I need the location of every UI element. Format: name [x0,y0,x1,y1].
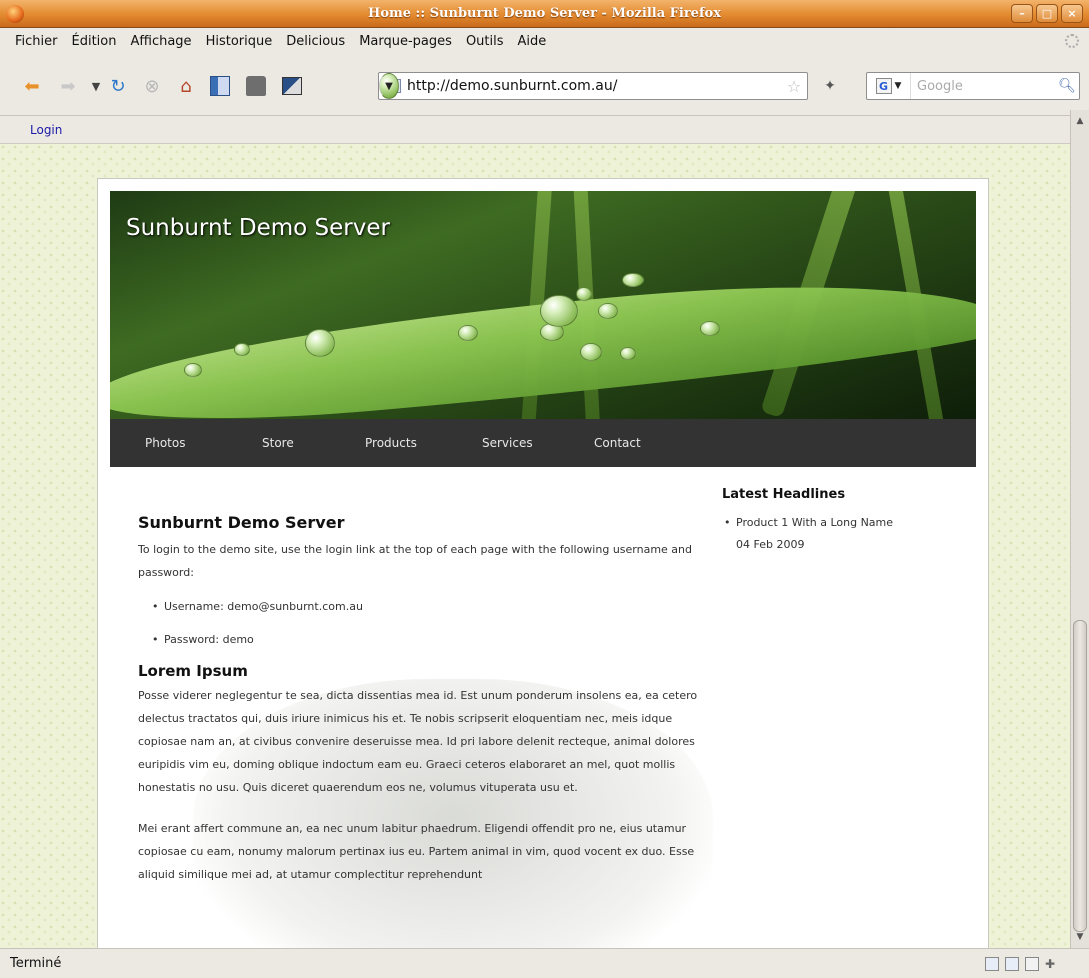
scroll-up-icon[interactable]: ▲ [1073,114,1087,128]
maximize-button[interactable]: □ [1036,4,1058,23]
search-icon[interactable]: 🔍︎ [1055,78,1079,94]
close-button[interactable]: × [1061,4,1083,23]
google-engine-icon: G [875,78,892,94]
activity-throbber-icon [1065,34,1079,48]
stop-icon[interactable]: ⊗ [140,74,164,98]
status-bar: Terminé ✚ [0,948,1089,978]
bookmark-sidebar-icon[interactable] [208,74,232,98]
menu-historique[interactable]: Historique [199,34,280,49]
bookmark-login[interactable]: Login [30,123,62,137]
navigation-toolbar: ⬅ ➡ ▼ ↻ ⊗ ⌂ http://demo.sunburnt.com.au/… [0,54,1089,116]
window-controls: – □ × [1011,4,1083,23]
window-title: Home :: Sunburnt Demo Server - Mozilla F… [368,6,721,21]
minimize-button[interactable]: – [1011,4,1033,23]
menu-affichage[interactable]: Affichage [123,34,198,49]
tag-icon[interactable] [244,74,268,98]
forward-arrow-icon[interactable]: ➡ [56,74,80,98]
firefox-icon[interactable] [6,5,24,23]
credential-password: Password: demo [138,633,698,646]
nav-services[interactable]: Services [482,436,533,450]
reload-icon[interactable]: ↻ [106,74,130,98]
headline-link[interactable]: Product 1 With a Long Name [736,516,893,529]
sidebar: Latest Headlines Product 1 With a Long N… [722,487,952,556]
headline-item: Product 1 With a Long Name 04 Feb 2009 [722,512,952,556]
screen-icon[interactable] [280,74,304,98]
grid-status-icon[interactable] [1005,957,1019,971]
page-viewport: Sunburnt Demo Server Photos Store Produc… [0,144,1070,948]
headlines-heading: Latest Headlines [722,487,846,502]
site-page: Sunburnt Demo Server Photos Store Produc… [97,178,989,948]
screen-status-icon[interactable] [985,957,999,971]
lorem-paragraph-2: Mei erant affert commune an, ea nec unum… [138,822,695,881]
mail-status-icon[interactable] [1025,957,1039,971]
menu-outils[interactable]: Outils [459,34,511,49]
back-arrow-icon[interactable]: ⬅ [20,74,44,98]
site-navigation: Photos Store Products Services Contact [110,419,976,467]
headline-date: 04 Feb 2009 [736,538,805,551]
intro-paragraph: To login to the demo site, use the login… [138,543,693,579]
history-dropdown-icon[interactable]: ▼ [84,74,108,98]
vertical-scrollbar[interactable]: ▲ ▼ [1070,110,1089,948]
menu-delicious[interactable]: Delicious [279,34,352,49]
lorem-paragraph-1: Posse viderer neglegentur te sea, dicta … [138,689,698,794]
address-bar[interactable]: http://demo.sunburnt.com.au/ ☆ ▼ [378,72,808,100]
menu-marque-pages[interactable]: Marque-pages [352,34,459,49]
menu-bar: Fichier Édition Affichage Historique Del… [0,28,1089,54]
search-engine-selector[interactable]: G ▼ [867,73,911,99]
nav-store[interactable]: Store [262,436,294,450]
menu-aide[interactable]: Aide [511,34,554,49]
search-bar[interactable]: G ▼ Google 🔍︎ [866,72,1080,100]
header-banner: Sunburnt Demo Server [110,191,976,419]
status-text: Terminé [10,956,62,971]
delicious-tag-icon[interactable]: ✦ [818,74,842,98]
main-content: Sunburnt Demo Server To login to the dem… [138,513,698,886]
nav-products[interactable]: Products [365,436,417,450]
menu-edition[interactable]: Édition [65,34,124,49]
site-title[interactable]: Sunburnt Demo Server [126,215,390,241]
menu-fichier[interactable]: Fichier [8,34,65,49]
engine-dropdown-icon: ▼ [894,81,902,91]
home-icon[interactable]: ⌂ [174,74,198,98]
scroll-thumb[interactable] [1073,620,1087,932]
address-dropdown-icon[interactable]: ▼ [379,73,399,99]
addon-status-icon[interactable]: ✚ [1045,957,1059,971]
status-icons: ✚ [985,957,1059,971]
address-input[interactable]: http://demo.sunburnt.com.au/ [407,78,781,94]
lorem-heading: Lorem Ipsum [138,662,248,680]
bookmark-star-icon[interactable]: ☆ [781,77,807,96]
content-heading: Sunburnt Demo Server [138,513,345,532]
window-titlebar: Home :: Sunburnt Demo Server - Mozilla F… [0,0,1089,28]
nav-contact[interactable]: Contact [594,436,641,450]
credential-username: Username: demo@sunburnt.com.au [138,600,698,613]
nav-photos[interactable]: Photos [145,436,185,450]
search-input[interactable]: Google [911,79,1055,94]
scroll-down-icon[interactable]: ▼ [1073,930,1087,944]
bookmarks-toolbar: Login [0,116,1070,144]
